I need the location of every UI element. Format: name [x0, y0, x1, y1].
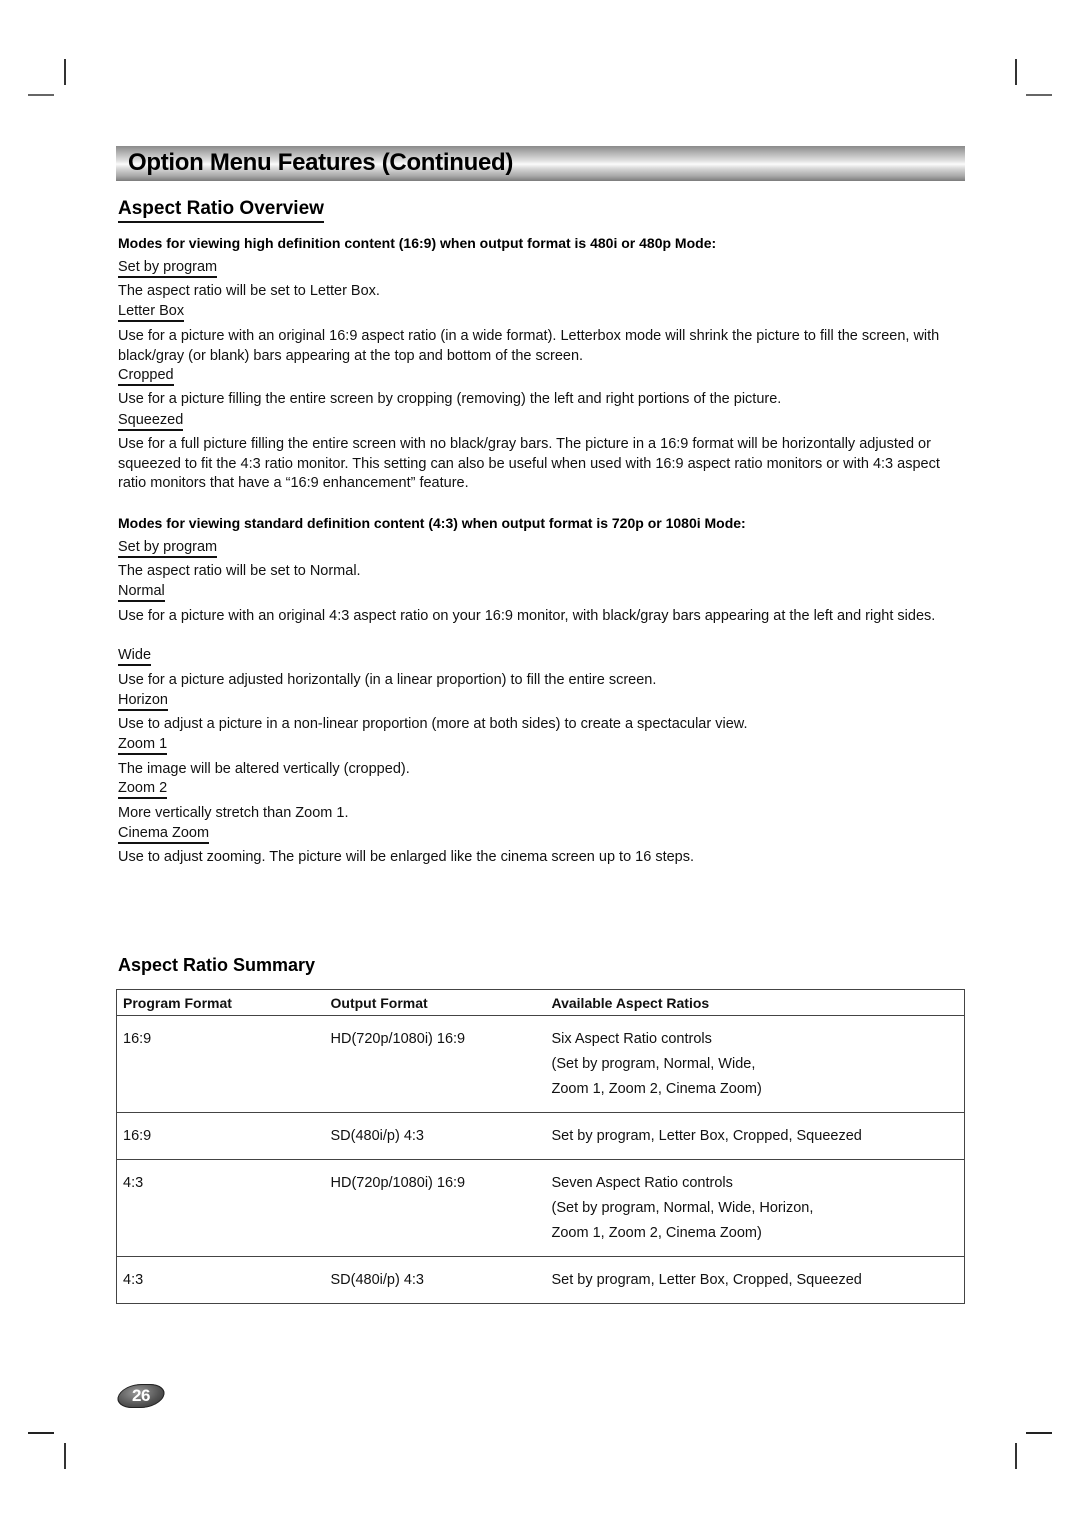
- table-row: 4:3 SD(480i/p) 4:3 Set by program, Lette…: [117, 1257, 965, 1304]
- ratios-line: Zoom 1, Zoom 2, Cinema Zoom): [551, 1081, 762, 1097]
- program-format-cell: 4:3: [123, 1272, 144, 1288]
- term-zoom-1: Zoom 1: [118, 735, 168, 755]
- description-wide: Use for a picture adjusted horizontally …: [118, 672, 657, 688]
- term-cropped: Cropped: [118, 366, 174, 386]
- description-cinema-zoom: Use to adjust zooming. The picture will …: [118, 849, 695, 865]
- crop-mark-bottom-right-horizontal: [1026, 1432, 1052, 1434]
- table-row: 16:9 SD(480i/p) 4:3 Set by program, Lett…: [116, 1112, 965, 1160]
- output-format-cell: HD(720p/1080i) 16:9: [324, 1159, 546, 1257]
- term-zoom-2: Zoom 2: [118, 779, 168, 799]
- term-normal: Normal: [118, 582, 165, 602]
- ratios-line: Seven Aspect Ratio controls: [551, 1175, 733, 1191]
- crop-mark-bottom-left-horizontal: [28, 1432, 54, 1434]
- hd-modes-heading: Modes for viewing high definition conten…: [118, 235, 717, 251]
- description-squeezed: Use for a full picture filling the entir…: [118, 436, 940, 491]
- description-set-by-program-sd: The aspect ratio will be set to Normal.: [118, 563, 361, 579]
- term-squeezed: Squeezed: [118, 411, 184, 431]
- crop-mark-top-right-horizontal: [1026, 94, 1052, 96]
- ratios-line: (Set by program, Normal, Wide, Horizon,: [551, 1200, 814, 1216]
- ratios-line: Six Aspect Ratio controls: [551, 1031, 712, 1047]
- column-header-output-format: Output Format: [324, 989, 546, 1016]
- description-zoom-1: The image will be altered vertically (cr…: [118, 761, 410, 777]
- aspect-ratio-summary-table: Program Format Output Format Available A…: [116, 989, 965, 1304]
- table-row: 4:3 HD(720p/1080i) 16:9 Seven Aspect Rat…: [116, 1159, 965, 1257]
- section-title: Option Menu Features (Continued): [128, 149, 514, 176]
- ratios-line: Zoom 1, Zoom 2, Cinema Zoom): [551, 1225, 762, 1241]
- crop-mark-bottom-right-vertical: [1015, 1443, 1017, 1469]
- description-cropped: Use for a picture filling the entire scr…: [118, 391, 782, 407]
- program-format-cell: 16:9: [116, 1015, 325, 1113]
- ratios-line: Set by program, Letter Box, Cropped, Squ…: [551, 1272, 862, 1288]
- overview-heading: Aspect Ratio Overview: [118, 198, 324, 223]
- output-format-cell: SD(480i/p) 4:3: [324, 1112, 546, 1160]
- ratios-line: Set by program, Letter Box, Cropped, Squ…: [551, 1128, 862, 1144]
- term-set-by-program-hd: Set by program: [118, 258, 218, 278]
- available-ratios-cell: Set by program, Letter Box, Cropped, Squ…: [545, 1112, 965, 1160]
- available-ratios-cell: Set by program, Letter Box, Cropped, Squ…: [546, 1257, 965, 1304]
- crop-mark-top-right-vertical: [1015, 59, 1017, 85]
- column-header-available-aspect-ratios: Available Aspect Ratios: [545, 989, 965, 1016]
- table-header-row: Program Format Output Format Available A…: [116, 989, 965, 1016]
- description-horizon: Use to adjust a picture in a non-linear …: [118, 716, 748, 732]
- crop-mark-bottom-left-vertical: [64, 1443, 66, 1469]
- page-number-badge: 26: [115, 1384, 167, 1408]
- term-letter-box: Letter Box: [118, 302, 185, 322]
- program-format-cell: 16:9: [116, 1112, 325, 1160]
- available-ratios-cell: Seven Aspect Ratio controls (Set by prog…: [545, 1159, 965, 1257]
- output-format-cell: SD(480i/p) 4:3: [330, 1272, 425, 1288]
- sd-modes-heading: Modes for viewing standard definition co…: [118, 515, 746, 531]
- section-title-bar: Option Menu Features (Continued): [116, 146, 965, 181]
- description-letter-box: Use for a picture with an original 16:9 …: [118, 328, 940, 364]
- ratios-line: (Set by program, Normal, Wide,: [551, 1056, 756, 1072]
- crop-mark-top-left-vertical: [64, 59, 66, 85]
- term-cinema-zoom: Cinema Zoom: [118, 824, 210, 844]
- term-set-by-program-sd: Set by program: [118, 538, 218, 558]
- term-wide: Wide: [118, 646, 152, 666]
- program-format-cell: 4:3: [116, 1159, 325, 1257]
- crop-mark-top-left-horizontal: [28, 94, 54, 96]
- description-zoom-2: More vertically stretch than Zoom 1.: [118, 805, 349, 821]
- column-header-program-format: Program Format: [116, 989, 325, 1016]
- output-format-cell: HD(720p/1080i) 16:9: [324, 1015, 546, 1113]
- description-set-by-program-hd: The aspect ratio will be set to Letter B…: [118, 283, 380, 299]
- page-number: 26: [132, 1386, 150, 1405]
- term-horizon: Horizon: [118, 691, 168, 711]
- table-row: 16:9 HD(720p/1080i) 16:9 Six Aspect Rati…: [116, 1015, 965, 1113]
- available-ratios-cell: Six Aspect Ratio controls (Set by progra…: [545, 1015, 965, 1113]
- summary-heading: Aspect Ratio Summary: [118, 955, 316, 975]
- description-normal: Use for a picture with an original 4:3 a…: [118, 608, 936, 624]
